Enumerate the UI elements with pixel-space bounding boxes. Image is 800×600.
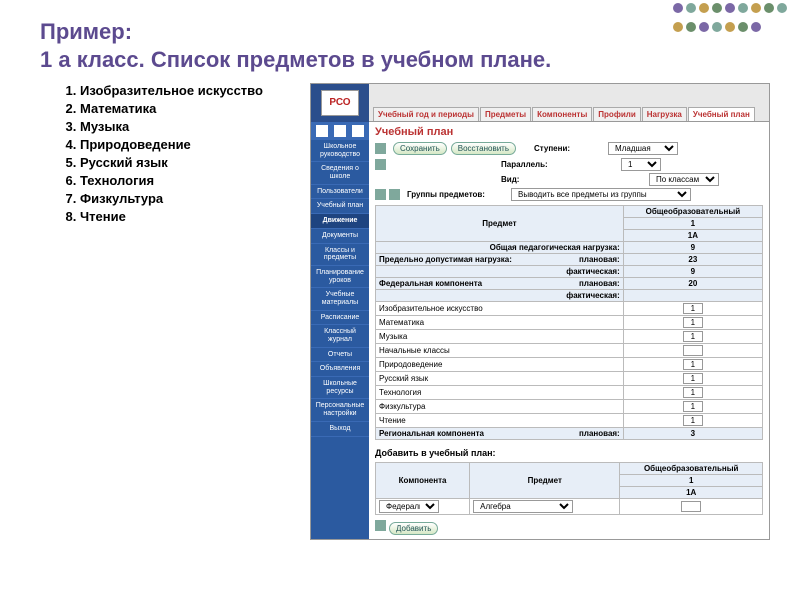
action-icon[interactable] [375, 143, 386, 154]
add-section-title: Добавить в учебный план: [375, 448, 763, 458]
sidebar-section: Движение [311, 214, 369, 229]
tab[interactable]: Нагрузка [642, 107, 687, 121]
hours-input[interactable] [683, 317, 703, 328]
sidebar-item[interactable]: Выход [311, 422, 369, 437]
groups-select[interactable]: Выводить все предметы из группы [511, 188, 691, 201]
curriculum-table: Предмет Общеобразовательный 1 1А Общая п… [375, 205, 763, 440]
sidebar-item[interactable]: Учебные материалы [311, 288, 369, 310]
save-button[interactable]: Сохранить [393, 142, 447, 155]
subject-item: Изобразительное искусство [80, 83, 300, 98]
sidebar-item[interactable]: Классы и предметы [311, 244, 369, 266]
hours-input[interactable] [681, 501, 701, 512]
parallel-select[interactable]: 1 [621, 158, 661, 171]
sidebar-item[interactable]: Классный журнал [311, 325, 369, 347]
action-icon[interactable] [389, 189, 400, 200]
component-select[interactable]: Федеральна [379, 500, 439, 513]
groups-label: Группы предметов: [407, 190, 507, 199]
tab[interactable]: Предметы [480, 107, 531, 121]
add-icon[interactable] [375, 520, 386, 531]
sidebar-item[interactable]: Персональные настройки [311, 399, 369, 421]
subject-cell: Музыка [376, 330, 624, 344]
sidebar-item[interactable]: Планирование уроков [311, 266, 369, 288]
subject-list: Изобразительное искусство Математика Музык… [40, 83, 300, 540]
home-icon[interactable] [316, 125, 328, 137]
subject-cell: Математика [376, 316, 624, 330]
sidebar-item[interactable]: Учебный план [311, 199, 369, 214]
add-col-group: Общеобразовательный [620, 463, 763, 475]
sidebar-item[interactable]: Документы [311, 229, 369, 244]
app-logo: РСО [321, 90, 359, 116]
hours-input[interactable] [683, 345, 703, 356]
subject-cell: Физкультура [376, 400, 624, 414]
subject-item: Русский язык [80, 155, 300, 170]
hours-input[interactable] [683, 303, 703, 314]
subject-cell: Природоведение [376, 358, 624, 372]
col-level: 1 [623, 218, 762, 230]
subject-select[interactable]: Алгебра [473, 500, 573, 513]
add-col-comp: Компонента [376, 463, 470, 499]
hours-input[interactable] [683, 359, 703, 370]
action-icon[interactable] [375, 159, 386, 170]
subject-item: Физкультура [80, 191, 300, 206]
slide-decoration [670, 0, 800, 40]
sidebar-item[interactable]: Отчеты [311, 348, 369, 363]
col-group: Общеобразовательный [623, 206, 762, 218]
tab[interactable]: Учебный план [688, 107, 755, 121]
steps-select[interactable]: Младшая [608, 142, 678, 155]
main-panel: Учебный план Сохранить Восстановить Ступ… [369, 122, 769, 539]
sidebar-item[interactable]: Пользователи [311, 185, 369, 200]
hours-input[interactable] [683, 415, 703, 426]
hours-input[interactable] [683, 331, 703, 342]
tab[interactable]: Компоненты [532, 107, 592, 121]
hours-input[interactable] [683, 401, 703, 412]
add-col-subj: Предмет [470, 463, 620, 499]
hours-input[interactable] [683, 373, 703, 384]
page-title: Учебный план [375, 126, 763, 138]
parallel-label: Параллель: [501, 160, 601, 169]
col-class: 1А [623, 230, 762, 242]
subject-cell: Изобразительное искусство [376, 302, 624, 316]
restore-button[interactable]: Восстановить [451, 142, 516, 155]
subject-cell: Чтение [376, 414, 624, 428]
subject-cell: Технология [376, 386, 624, 400]
type-select[interactable]: По классам [649, 173, 719, 186]
sidebar-item[interactable]: Сведения о школе [311, 162, 369, 184]
sidebar-item[interactable]: Расписание [311, 311, 369, 326]
sidebar-item[interactable]: Объявления [311, 362, 369, 377]
add-table: Компонента Предмет Общеобразовательный 1… [375, 462, 763, 515]
logo-area: РСО [311, 84, 369, 122]
app-window: РСО Учебный год и периодыПредметыКомпоне… [310, 83, 770, 540]
subject-item: Технология [80, 173, 300, 188]
mail-icon[interactable] [334, 125, 346, 137]
col-subject: Предмет [376, 206, 624, 242]
subject-item: Математика [80, 101, 300, 116]
action-icon[interactable] [375, 189, 386, 200]
sidebar-item[interactable]: Школьные ресурсы [311, 377, 369, 399]
add-button[interactable]: Добавить [389, 522, 438, 535]
subject-cell: Русский язык [376, 372, 624, 386]
tab[interactable]: Учебный год и периоды [373, 107, 479, 121]
tab[interactable]: Профили [593, 107, 640, 121]
hours-input[interactable] [683, 387, 703, 398]
help-icon[interactable] [352, 125, 364, 137]
subject-item: Природоведение [80, 137, 300, 152]
subject-item: Музыка [80, 119, 300, 134]
type-label: Вид: [501, 175, 601, 184]
sidebar-item[interactable]: Школьное руководство [311, 140, 369, 162]
steps-label: Ступени: [534, 144, 570, 153]
subject-item: Чтение [80, 209, 300, 224]
subject-cell: Начальные классы [376, 344, 624, 358]
sidebar-icon-row [311, 122, 369, 140]
tab-bar: Учебный год и периодыПредметыКомпонентыП… [369, 84, 769, 122]
sidebar: Школьное руководствоСведения о школеПоль… [311, 122, 369, 539]
